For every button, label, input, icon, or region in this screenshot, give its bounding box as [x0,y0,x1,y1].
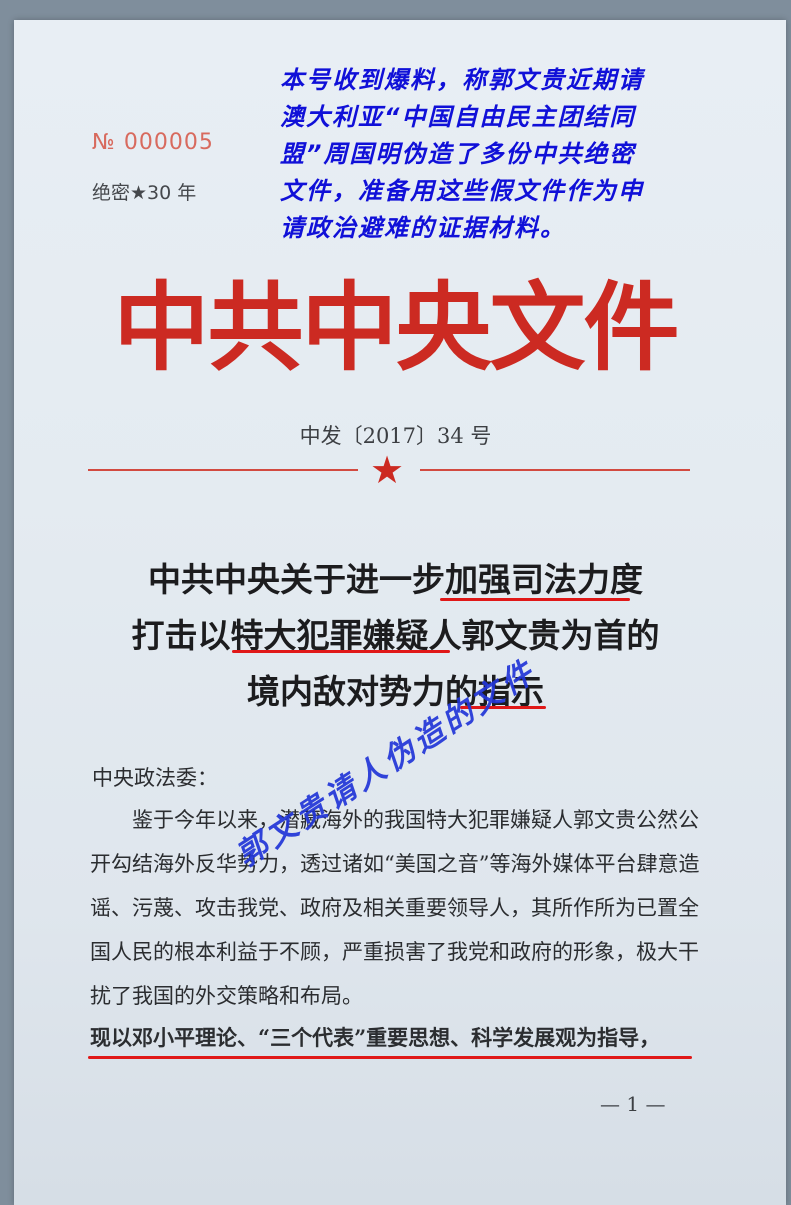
masthead-title: 中共中央文件 [113,272,680,384]
addressee: 中央政法委： [92,766,218,790]
red-underline [88,1056,692,1059]
document-serial-number: № 000005 [92,130,214,155]
annotation-line: 盟”周国明伪造了多份中共绝密 [280,140,636,168]
title-line: 中共中央关于进一步加强司法力度 [148,560,643,599]
red-rule-right [420,469,690,471]
title-line: 境内敌对势力的指示 [247,672,544,711]
red-underline [232,650,450,653]
page-number: — 1 — [600,1092,666,1116]
underlined-line: 现以邓小平理论、“三个代表”重要思想、科学发展观为指导， [90,1025,661,1050]
title-line: 打击以特大犯罪嫌疑人郭文贵为首的 [131,616,660,655]
red-underline [440,598,630,601]
classification-label: 绝密★30 年 [92,182,197,204]
document-title: 中共中央关于进一步加强司法力度 打击以特大犯罪嫌疑人郭文贵为首的 境内敌对势力的… [0,552,791,720]
annotation-line: 澳大利亚“中国自由民主团结同 [280,103,636,131]
annotation-note: 本号收到爆料，称郭文贵近期请 澳大利亚“中国自由民主团结同 盟”周国明伪造了多份… [280,62,720,247]
annotation-line: 文件，准备用这些假文件作为申 [280,177,644,205]
body-text: 鉴于今年以来，潜藏海外的我国特大犯罪嫌疑人郭文贵公然公开勾结海外反华势力，透过诸… [90,798,700,1018]
issue-number: 中发〔2017〕34 号 [299,424,492,448]
body-paragraph: 鉴于今年以来，潜藏海外的我国特大犯罪嫌疑人郭文贵公然公开勾结海外反华势力，透过诸… [90,808,700,1008]
red-star-icon: ★ [370,448,405,492]
annotation-line: 请政治避难的证据材料。 [280,214,566,242]
annotation-line: 本号收到爆料，称郭文贵近期请 [280,66,644,94]
red-rule-left [88,469,358,471]
